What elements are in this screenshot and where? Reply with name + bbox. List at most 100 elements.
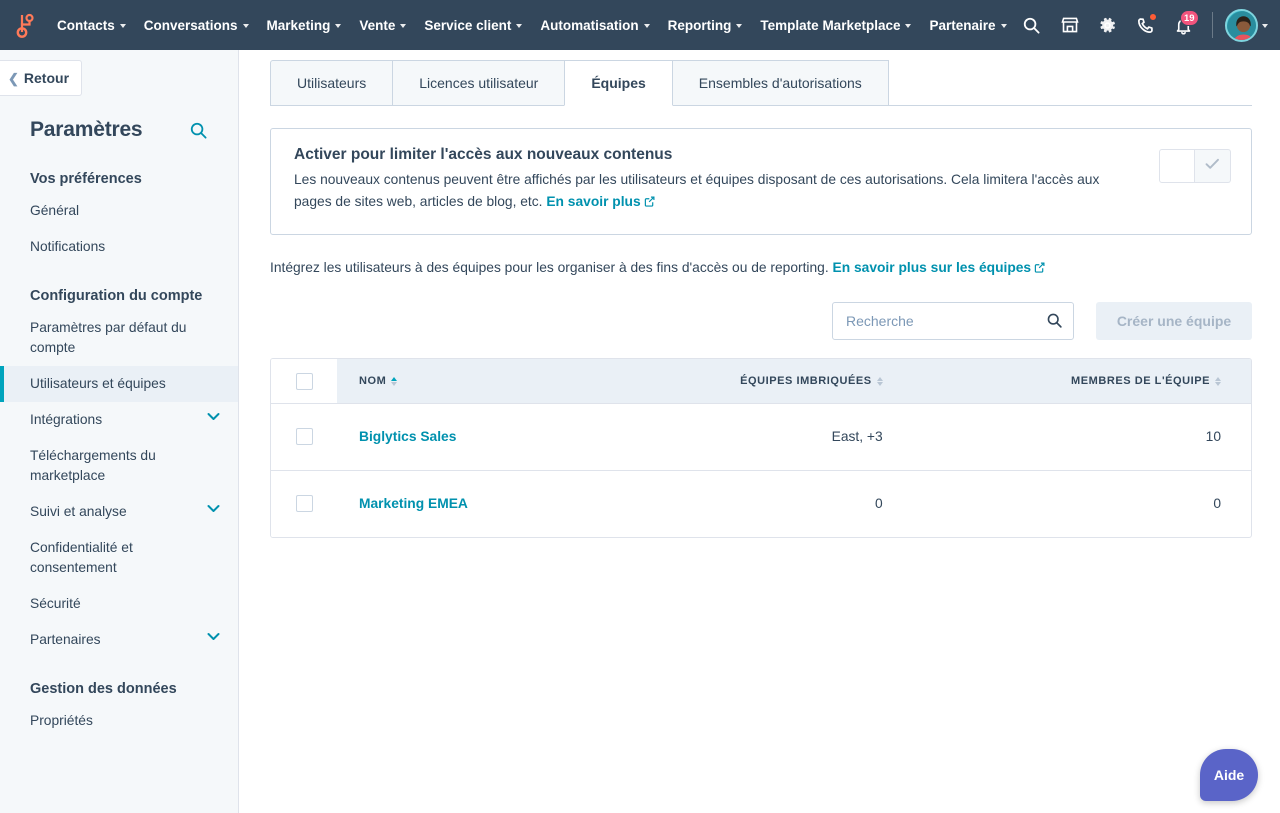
table-row[interactable]: Marketing EMEA 0 0	[271, 470, 1251, 537]
table-body: Biglytics Sales East, +3 10 Marketing EM…	[271, 403, 1251, 537]
tab-equipes[interactable]: Équipes	[564, 60, 672, 106]
help-button-label: Aide	[1214, 767, 1244, 783]
sidebar-item-tracking-analytics[interactable]: Suivi et analyse	[0, 494, 238, 530]
settings-sidebar: ❮ Retour Paramètres Vos préférences Géné…	[0, 50, 239, 813]
sidebar-item-notifications[interactable]: Notifications	[0, 229, 238, 265]
row-checkbox[interactable]	[296, 495, 313, 512]
table-row[interactable]: Biglytics Sales East, +3 10	[271, 403, 1251, 470]
sidebar-item-properties[interactable]: Propriétés	[0, 703, 238, 739]
sidebar-item-users-and-teams[interactable]: Utilisateurs et équipes	[0, 366, 238, 402]
sidebar-item-label: Paramètres par défaut du compte	[30, 318, 220, 358]
nav-divider	[1212, 12, 1213, 38]
sort-arrows-icon[interactable]	[877, 377, 883, 386]
marketplace-storefront-icon[interactable]	[1054, 9, 1086, 41]
sort-ascending-arrow	[391, 377, 397, 381]
tab-ensembles-autorisations[interactable]: Ensembles d'autorisations	[672, 60, 889, 106]
sidebar-group-preferences-title: Vos préférences	[0, 148, 238, 193]
team-name-link[interactable]: Biglytics Sales	[359, 429, 456, 444]
tab-utilisateurs[interactable]: Utilisateurs	[270, 60, 393, 106]
nav-label: Service client	[424, 18, 511, 33]
column-header-nom[interactable]: NOM	[337, 359, 588, 404]
external-link-icon	[644, 192, 655, 214]
sort-arrows-icon[interactable]	[1215, 377, 1221, 386]
banner-title: Activer pour limiter l'accès aux nouveau…	[294, 146, 1143, 164]
hubspot-sprocket-logo[interactable]	[10, 8, 36, 42]
sidebar-item-label: Confidentialité et consentement	[30, 538, 220, 578]
learn-more-link[interactable]: En savoir plus	[546, 194, 654, 209]
nav-item-service-client[interactable]: Service client	[415, 12, 531, 39]
sidebar-item-general[interactable]: Général	[0, 193, 238, 229]
sidebar-item-security[interactable]: Sécurité	[0, 586, 238, 622]
nav-item-contacts[interactable]: Contacts	[48, 12, 135, 39]
team-name-link[interactable]: Marketing EMEA	[359, 496, 468, 511]
back-button[interactable]: ❮ Retour	[0, 60, 82, 96]
sidebar-item-integrations[interactable]: Intégrations	[0, 402, 238, 438]
sidebar-item-account-defaults[interactable]: Paramètres par défaut du compte	[0, 310, 238, 366]
sidebar-item-marketplace-downloads[interactable]: Téléchargements du marketplace	[0, 438, 238, 494]
nav-label: Reporting	[668, 18, 732, 33]
sidebar-item-label: Général	[30, 201, 79, 221]
sort-ascending-arrow	[1215, 377, 1221, 381]
bell-icon[interactable]: 19	[1168, 9, 1200, 41]
nav-item-vente[interactable]: Vente	[350, 12, 415, 39]
sort-descending-arrow	[391, 382, 397, 386]
toggle-on-segment[interactable]	[1195, 149, 1231, 183]
help-button[interactable]: Aide	[1200, 749, 1258, 801]
nav-item-automatisation[interactable]: Automatisation	[531, 12, 658, 39]
chevron-down-icon	[516, 24, 522, 28]
sidebar-item-label: Utilisateurs et équipes	[30, 374, 166, 394]
nav-item-reporting[interactable]: Reporting	[659, 12, 752, 39]
teams-toolbar: Créer une équipe	[270, 302, 1252, 340]
nav-item-conversations[interactable]: Conversations	[135, 12, 258, 39]
search-input[interactable]	[832, 302, 1074, 340]
teams-learn-more-link[interactable]: En savoir plus sur les équipes	[833, 260, 1046, 275]
sidebar-item-partners[interactable]: Partenaires	[0, 622, 238, 658]
sidebar-item-label: Propriétés	[30, 711, 93, 731]
select-all-checkbox[interactable]	[296, 373, 313, 390]
table-head: NOM ÉQUIPES IMBRIQUÉES	[271, 359, 1251, 404]
sidebar-item-label: Partenaires	[30, 630, 101, 650]
nav-label: Automatisation	[540, 18, 638, 33]
nav-item-marketing[interactable]: Marketing	[258, 12, 351, 39]
search-icon[interactable]	[189, 121, 208, 140]
sidebar-item-label: Intégrations	[30, 410, 102, 430]
gear-icon[interactable]	[1092, 9, 1124, 41]
column-label: NOM	[359, 375, 386, 387]
tab-label: Licences utilisateur	[419, 75, 538, 91]
nav-item-template-marketplace[interactable]: Template Marketplace	[751, 12, 920, 39]
sidebar-item-privacy-consent[interactable]: Confidentialité et consentement	[0, 530, 238, 586]
row-checkbox[interactable]	[296, 428, 313, 445]
search-icon[interactable]	[1016, 9, 1048, 41]
page-title: Paramètres	[30, 118, 142, 142]
chevron-down-icon	[644, 24, 650, 28]
nav-label: Contacts	[57, 18, 115, 33]
toggle-off-segment[interactable]	[1159, 149, 1195, 183]
tab-licences-utilisateur[interactable]: Licences utilisateur	[392, 60, 565, 106]
nav-label: Marketing	[267, 18, 331, 33]
sort-arrows-icon[interactable]	[391, 377, 397, 386]
chevron-down-icon	[1001, 24, 1007, 28]
sidebar-item-label: Notifications	[30, 237, 105, 257]
column-header-inner[interactable]: ÉQUIPES IMBRIQUÉES	[740, 375, 883, 387]
restrict-content-toggle-group[interactable]	[1159, 149, 1231, 183]
phone-status-dot	[1149, 13, 1157, 21]
chevron-down-icon	[120, 24, 126, 28]
tab-bar: Utilisateurs Licences utilisateur Équipe…	[239, 50, 1280, 106]
row-nested-teams-cell: 0	[588, 470, 906, 537]
nav-item-partenaire[interactable]: Partenaire	[920, 12, 1015, 39]
create-team-button[interactable]: Créer une équipe	[1096, 302, 1252, 340]
chevron-down-icon	[736, 24, 742, 28]
column-header-inner[interactable]: NOM	[359, 375, 397, 387]
tab-label: Équipes	[591, 75, 645, 91]
nav-label: Vente	[359, 18, 395, 33]
column-header-membres-equipe[interactable]: MEMBRES DE L'ÉQUIPE	[906, 359, 1251, 404]
column-header-equipes-imbriquees[interactable]: ÉQUIPES IMBRIQUÉES	[588, 359, 906, 404]
notification-count-badge: 19	[1180, 10, 1199, 26]
main-content: Utilisateurs Licences utilisateur Équipe…	[239, 50, 1280, 813]
sidebar-group-account-setup-title: Configuration du compte	[0, 265, 238, 310]
user-menu[interactable]	[1225, 9, 1268, 42]
content-area: Activer pour limiter l'accès aux nouveau…	[239, 106, 1280, 538]
phone-icon[interactable]	[1130, 9, 1162, 41]
column-header-inner[interactable]: MEMBRES DE L'ÉQUIPE	[1071, 375, 1221, 387]
banner-description-text: Les nouveaux contenus peuvent être affic…	[294, 172, 1099, 209]
